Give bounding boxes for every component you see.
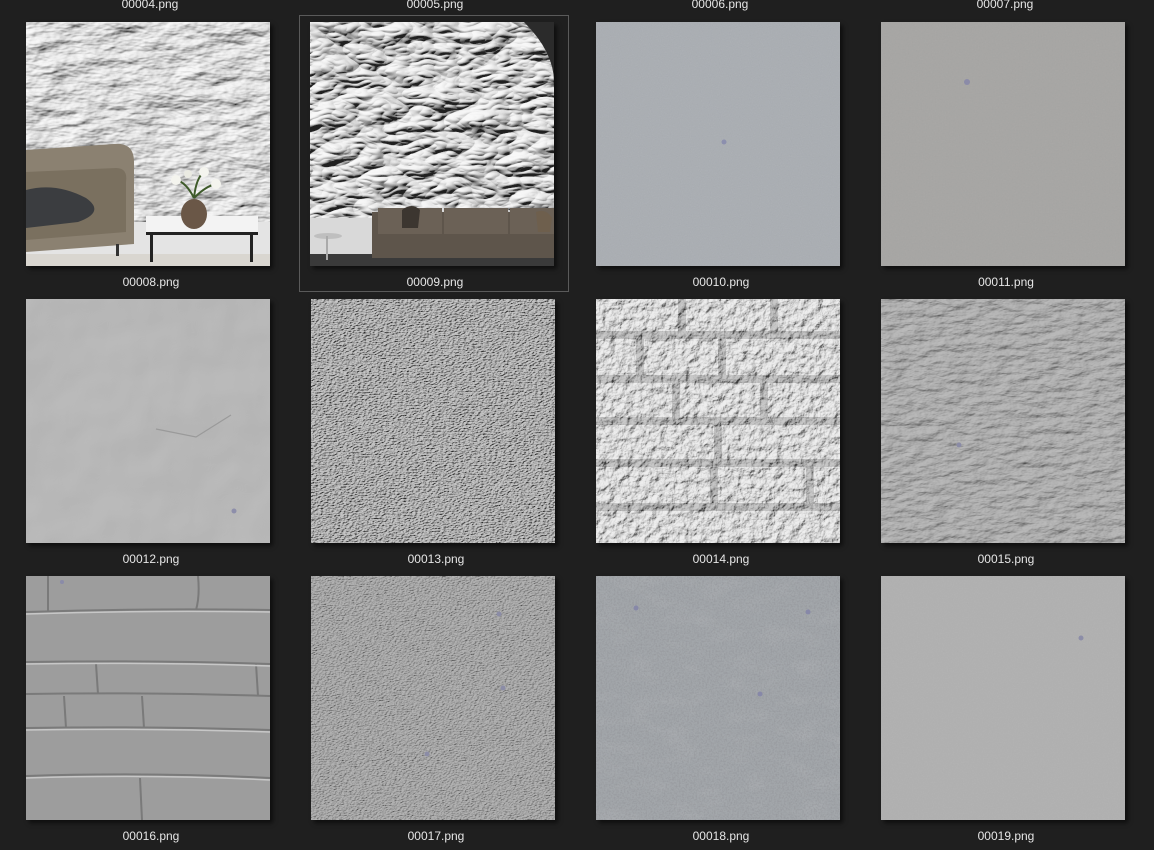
cracked-plaster-thumbnail (881, 299, 1125, 543)
file-label[interactable]: 00007.png (870, 0, 1140, 11)
file-tile[interactable]: 00008.png (15, 15, 285, 292)
file-label: 00009.png (406, 275, 464, 289)
image-thumbnail (881, 299, 1125, 543)
fine-texture-thumbnail (311, 299, 555, 543)
file-label: 00010.png (692, 275, 750, 289)
file-label[interactable]: 00004.png (15, 0, 285, 11)
image-thumbnail (311, 576, 555, 820)
image-thumbnail (26, 22, 270, 266)
image-thumbnail (881, 576, 1125, 820)
file-label: 00013.png (407, 552, 465, 566)
file-label: 00018.png (692, 829, 750, 843)
file-tile[interactable]: 00018.png (585, 569, 855, 846)
grey-brick-thumbnail (26, 576, 270, 820)
file-label[interactable]: 00005.png (300, 0, 570, 11)
image-thumbnail (26, 299, 270, 543)
fine-texture-grey-thumbnail (311, 576, 555, 820)
room-sofa-thumbnail (26, 22, 270, 266)
smooth-plaster-thumbnail (26, 299, 270, 543)
file-label: 00014.png (692, 552, 750, 566)
file-tile[interactable]: 00019.png (870, 569, 1140, 846)
room-sofa-swirl-thumbnail (310, 22, 554, 266)
image-thumbnail (881, 22, 1125, 266)
image-thumbnail (596, 22, 840, 266)
image-thumbnail (310, 22, 554, 266)
image-thumbnail (596, 299, 840, 543)
file-label: 00015.png (977, 552, 1035, 566)
file-tile[interactable]: 00014.png (585, 292, 855, 569)
plaster-texture-thumbnail (596, 22, 840, 266)
file-tile[interactable]: 00017.png (300, 569, 570, 846)
file-tile[interactable]: 00010.png (585, 15, 855, 292)
file-label: 00011.png (978, 275, 1034, 289)
file-label: 00019.png (977, 829, 1035, 843)
file-explorer-grid: 00004.png 00005.png 00006.png 00007.png (0, 0, 1154, 850)
image-thumbnail (596, 576, 840, 820)
file-label: 00016.png (122, 829, 180, 843)
concrete-thumbnail (596, 576, 840, 820)
image-thumbnail (26, 576, 270, 820)
file-tile-selected[interactable]: 00009.png (299, 15, 569, 292)
file-tile[interactable]: 00012.png (15, 292, 285, 569)
file-label[interactable]: 00006.png (585, 0, 855, 11)
file-label: 00008.png (122, 275, 180, 289)
file-label: 00017.png (407, 829, 465, 843)
file-tile[interactable]: 00011.png (870, 15, 1140, 292)
file-tile[interactable]: 00013.png (300, 292, 570, 569)
file-tile[interactable]: 00015.png (870, 292, 1140, 569)
plaster-light-thumbnail (881, 576, 1125, 820)
file-tile[interactable]: 00016.png (15, 569, 285, 846)
file-label: 00012.png (122, 552, 180, 566)
image-thumbnail (311, 299, 555, 543)
white-brick-thumbnail (596, 299, 840, 543)
plaster-texture-thumbnail (881, 22, 1125, 266)
